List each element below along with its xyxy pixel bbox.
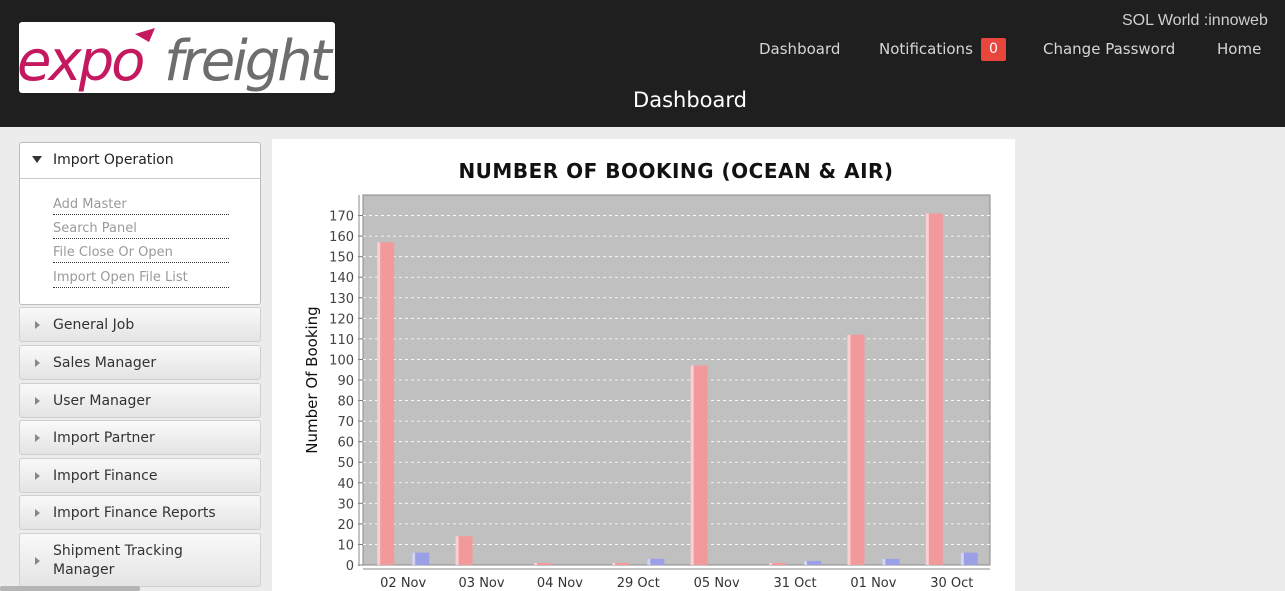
nav-dashboard[interactable]: Dashboard — [759, 40, 840, 58]
y-axis-label: Number Of Booking — [303, 306, 321, 453]
svg-text:expo: expo — [19, 29, 143, 92]
accordion-user-manager[interactable]: User Manager — [19, 383, 261, 418]
booking-bar-chart: 0 10 20 30 40 50 60 70 80 90 100 110 120 130 140 150 160… — [303, 194, 991, 591]
x-tick-label: 29 Oct — [617, 576, 660, 591]
y-tick-label: 20 — [337, 518, 354, 533]
y-tick-label: 30 — [337, 497, 354, 512]
logo-graphic: expo freight — [19, 28, 335, 92]
caret-right-icon — [35, 321, 40, 329]
booking-chart-panel: NUMBER OF BOOKING (OCEAN & AIR) 0 10 20 30 4… — [272, 139, 1015, 591]
bar-highlight — [769, 562, 773, 565]
caret-right-icon — [35, 359, 40, 367]
bar-highlight — [612, 562, 616, 565]
y-tick-label: 100 — [329, 353, 354, 368]
accordion-general-job[interactable]: General Job — [19, 307, 261, 342]
y-tick-label: 50 — [337, 456, 354, 471]
bar-highlight — [412, 552, 416, 565]
caret-right-icon — [35, 557, 40, 565]
accordion-label: Import Finance Reports — [53, 505, 216, 521]
bar-highlight — [804, 560, 808, 565]
top-header: expo freight SOL World :innoweb Dashboar… — [0, 0, 1285, 127]
link-search-panel[interactable]: Search Panel — [53, 221, 229, 239]
accordion-shipment-tracking-manager[interactable]: Shipment Tracking Manager — [19, 533, 261, 587]
y-tick-label: 160 — [329, 230, 354, 245]
nav-home[interactable]: Home — [1217, 40, 1261, 58]
accordion-label: Sales Manager — [53, 355, 157, 371]
nav-notifications[interactable]: Notifications — [879, 40, 973, 58]
x-tick-label: 05 Nov — [694, 576, 740, 591]
x-tick-label: 03 Nov — [459, 576, 505, 591]
bar-highlight — [960, 552, 964, 565]
accordion-label: Import Operation — [53, 152, 174, 168]
y-tick-label: 60 — [337, 436, 354, 451]
bar-highlight — [647, 558, 651, 565]
accordion-label: Shipment Tracking Manager — [53, 543, 183, 578]
y-tick-label: 70 — [337, 415, 354, 430]
caret-down-icon — [32, 156, 42, 163]
accordion-import-partner[interactable]: Import Partner — [19, 420, 261, 455]
caret-right-icon — [35, 509, 40, 517]
accordion-label: Import Partner — [53, 430, 155, 446]
user-account-label: SOL World :innoweb — [1122, 12, 1268, 29]
svg-text:freight: freight — [164, 29, 334, 92]
caret-right-icon — [35, 472, 40, 480]
y-tick-label: 140 — [329, 271, 354, 286]
caret-right-icon — [35, 434, 40, 442]
link-add-master[interactable]: Add Master — [53, 197, 229, 215]
x-tick-label: 01 Nov — [850, 576, 896, 591]
y-tick-label: 130 — [329, 292, 354, 307]
nav-change-password[interactable]: Change Password — [1043, 40, 1175, 58]
link-file-close-or-open[interactable]: File Close Or Open — [53, 245, 229, 263]
bar-highlight — [377, 242, 381, 565]
bar-highlight — [533, 562, 537, 565]
x-tick-label: 30 Oct — [930, 576, 973, 591]
bar-highlight — [925, 213, 929, 565]
accordion-header-import-operation[interactable]: Import Operation — [20, 143, 260, 179]
accordion-sales-manager[interactable]: Sales Manager — [19, 345, 261, 380]
expofreight-logo[interactable]: expo freight — [19, 22, 335, 93]
bar-highlight — [455, 536, 459, 565]
accordion-import-finance-reports[interactable]: Import Finance Reports — [19, 495, 261, 530]
bar-highlight — [847, 334, 851, 565]
notification-count-badge[interactable]: 0 — [981, 38, 1006, 61]
x-tick-label: 31 Oct — [773, 576, 816, 591]
link-import-open-file-list[interactable]: Import Open File List — [53, 270, 229, 288]
x-tick-label: 02 Nov — [380, 576, 426, 591]
y-tick-label: 10 — [337, 538, 354, 553]
y-tick-label: 120 — [329, 312, 354, 327]
bar-highlight — [690, 365, 694, 565]
accordion-label: General Job — [53, 317, 135, 333]
y-tick-label: 90 — [337, 374, 354, 389]
caret-right-icon — [35, 397, 40, 405]
y-tick-label: 0 — [346, 559, 354, 574]
y-tick-label: 150 — [329, 251, 354, 266]
y-tick-label: 40 — [337, 477, 354, 492]
accordion-label: Import Finance — [53, 468, 158, 484]
horizontal-scrollbar[interactable] — [0, 586, 140, 591]
accordion-import-finance[interactable]: Import Finance — [19, 458, 261, 493]
y-tick-label: 170 — [329, 210, 354, 225]
accordion-label: User Manager — [53, 393, 151, 409]
y-tick-label: 110 — [329, 333, 354, 348]
x-tick-label: 04 Nov — [537, 576, 583, 591]
y-tick-label: 80 — [337, 395, 354, 410]
page-title: Dashboard — [633, 88, 747, 112]
accordion-import-operation: Import Operation Add Master Search Panel… — [19, 142, 261, 305]
bar-highlight — [882, 558, 886, 565]
